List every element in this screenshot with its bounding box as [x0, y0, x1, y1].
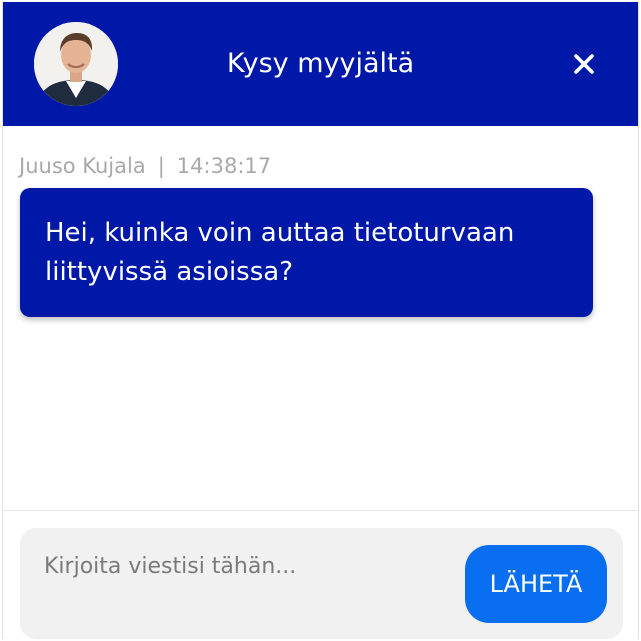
chat-title: Kysy myyjältä	[226, 48, 415, 79]
chat-header: Kysy myyjältä	[3, 2, 638, 126]
chat-widget: Kysy myyjältä Juuso Kujala | 14:38:17 Hei,…	[2, 2, 639, 639]
message-author: Juuso Kujala	[19, 154, 146, 178]
message-time: 14:38:17	[176, 154, 272, 178]
message-list: Juuso Kujala | 14:38:17 Hei, kuinka voin a…	[3, 126, 638, 510]
meta-separator: |	[157, 154, 165, 178]
message-composer: LÄHETÄ	[20, 528, 623, 639]
message-bubble: Hei, kuinka voin auttaa tietoturvaan lii…	[20, 188, 593, 317]
send-button[interactable]: LÄHETÄ	[465, 545, 607, 623]
agent-portrait-icon	[34, 22, 118, 106]
message-input[interactable]	[34, 546, 474, 586]
close-button[interactable]	[568, 48, 600, 80]
close-icon[interactable]	[568, 48, 600, 80]
agent-avatar	[34, 22, 118, 106]
composer-divider	[3, 510, 638, 511]
message-meta: Juuso Kujala | 14:38:17	[19, 152, 271, 180]
